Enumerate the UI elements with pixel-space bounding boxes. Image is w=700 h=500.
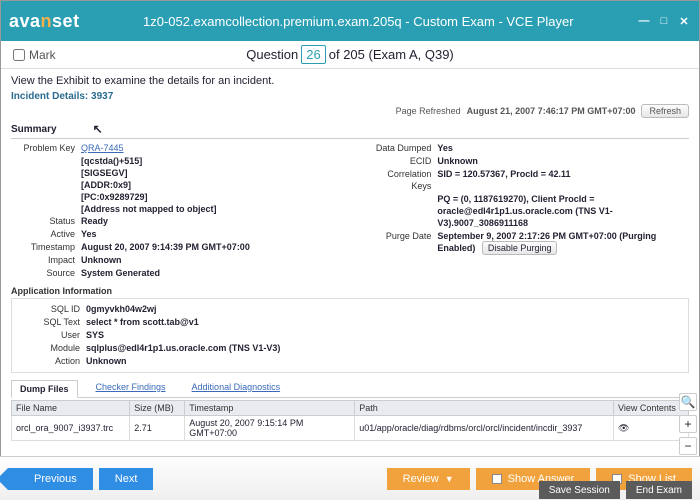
close-icon[interactable]: ✕: [677, 14, 691, 28]
problem-key-link[interactable]: QRA-7445: [81, 142, 359, 154]
correlation-keys-value: SID = 120.57367, ProcId = 42.11: [437, 168, 689, 192]
end-exam-button[interactable]: End Exam: [626, 481, 692, 499]
action-label: Action: [16, 355, 86, 367]
search-icon[interactable]: 🔍: [679, 393, 697, 411]
source-label: Source: [11, 267, 81, 279]
sub-item: [ADDR:0x9]: [81, 179, 359, 191]
timestamp-label: Timestamp: [11, 241, 81, 253]
refresh-label: Page Refreshed: [396, 106, 461, 116]
ecid-value: Unknown: [437, 155, 689, 167]
sql-id-value: 0gmyvkh04w2wj: [86, 303, 684, 315]
source-value: System Generated: [81, 267, 359, 279]
logo: avanset: [9, 11, 80, 32]
tab-dump-files[interactable]: Dump Files: [11, 380, 78, 398]
action-value: Unknown: [86, 355, 684, 367]
tab-checker-findings[interactable]: Checker Findings: [88, 379, 174, 397]
cell-view-contents[interactable]: 👁: [614, 416, 689, 441]
question-pre: Question: [246, 47, 298, 62]
purge-date-label: Purge Date: [367, 230, 437, 254]
zoom-in-icon[interactable]: +: [679, 415, 697, 433]
data-dumped-label: Data Dumped: [367, 142, 437, 154]
problem-key-label: Problem Key: [11, 142, 81, 154]
refresh-button[interactable]: Refresh: [641, 104, 689, 118]
module-label: Module: [16, 342, 86, 354]
instruction-text: View the Exhibit to examine the details …: [11, 75, 689, 87]
col-view-contents[interactable]: View Contents: [614, 401, 689, 416]
sub-item: [Address not mapped to object]: [81, 203, 359, 215]
tab-additional-diagnostics[interactable]: Additional Diagnostics: [184, 379, 289, 397]
view-icon[interactable]: 👁: [618, 423, 629, 433]
mark-label: Mark: [29, 48, 56, 62]
cell-size: 2.71: [130, 416, 185, 441]
col-timestamp[interactable]: Timestamp: [185, 401, 355, 416]
mark-checkbox[interactable]: [13, 49, 25, 61]
timestamp-value: August 20, 2007 9:14:39 PM GMT+07:00: [81, 241, 359, 253]
col-path[interactable]: Path: [355, 401, 614, 416]
active-label: Active: [11, 228, 81, 240]
logo-mid: n: [41, 11, 53, 32]
sql-text-value: select * from scott.tab@v1: [86, 316, 684, 328]
table-row[interactable]: orcl_ora_9007_i3937.trc 2.71 August 20, …: [12, 416, 689, 441]
module-value: sqlplus@edl4r1p1.us.oracle.com (TNS V1-V…: [86, 342, 684, 354]
zoom-out-icon[interactable]: −: [679, 437, 697, 455]
review-label: Review: [403, 473, 439, 485]
review-button[interactable]: Review ▼: [387, 468, 470, 490]
sub-item: [qcstda()+515]: [81, 155, 359, 167]
col-size[interactable]: Size (MB): [130, 401, 185, 416]
col-file-name[interactable]: File Name: [12, 401, 130, 416]
cell-path: u01/app/oracle/diag/rdbms/orcl/orcl/inci…: [355, 416, 614, 441]
next-button[interactable]: Next: [99, 468, 154, 490]
show-answer-checkbox[interactable]: [492, 474, 502, 484]
data-dumped-value: Yes: [437, 142, 689, 154]
previous-button[interactable]: Previous: [8, 468, 93, 490]
chevron-down-icon: ▼: [445, 474, 454, 484]
panel-title: Incident Details: 3937: [11, 91, 689, 102]
cell-timestamp: August 20, 2007 9:15:14 PM GMT+07:00: [185, 416, 355, 441]
logo-post: set: [52, 11, 80, 32]
correlation-keys-value-2: PQ = (0, 1187619270), Client ProcId = or…: [437, 193, 689, 229]
status-label: Status: [11, 215, 81, 227]
correlation-keys-label: Correlation Keys: [367, 168, 437, 192]
cursor-icon: ↖: [93, 122, 103, 136]
user-label: User: [16, 329, 86, 341]
ecid-label: ECID: [367, 155, 437, 167]
question-post: of 205 (Exam A, Q39): [329, 47, 454, 62]
sub-item: [PC:0x9289729]: [81, 191, 359, 203]
impact-value: Unknown: [81, 254, 359, 266]
window-title: 1z0-052.examcollection.premium.exam.205q…: [80, 14, 637, 29]
app-info-header: Application Information: [11, 286, 689, 296]
save-session-button[interactable]: Save Session: [539, 481, 620, 499]
refresh-timestamp: August 21, 2007 7:46:17 PM GMT+07:00: [467, 106, 636, 116]
question-number: 26: [301, 45, 325, 64]
sub-item: [SIGSEGV]: [81, 167, 359, 179]
status-value: Ready: [81, 215, 359, 227]
maximize-icon[interactable]: □: [657, 14, 671, 28]
disable-purging-button[interactable]: Disable Purging: [482, 241, 558, 255]
summary-label: Summary: [11, 124, 57, 135]
sql-text-label: SQL Text: [16, 316, 86, 328]
cell-file-name: orcl_ora_9007_i3937.trc: [12, 416, 130, 441]
minimize-icon[interactable]: —: [637, 14, 651, 28]
logo-pre: ava: [9, 11, 41, 32]
impact-label: Impact: [11, 254, 81, 266]
user-value: SYS: [86, 329, 684, 341]
sql-id-label: SQL ID: [16, 303, 86, 315]
active-value: Yes: [81, 228, 359, 240]
